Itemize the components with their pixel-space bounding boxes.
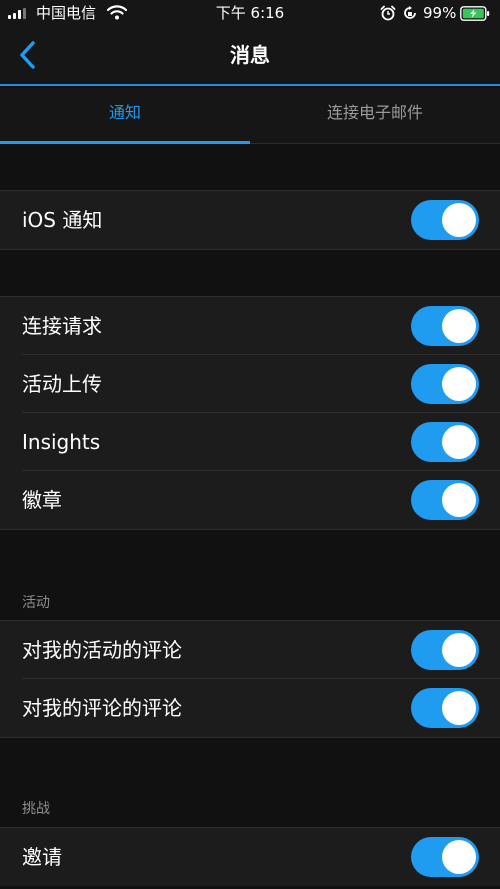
setting-row-comments-on-my-activities: 对我的活动的评论 xyxy=(0,621,500,679)
setting-label: 邀请 xyxy=(22,845,62,869)
toggle-knob xyxy=(442,203,476,237)
section-header-activity: 活动 xyxy=(22,595,50,611)
alarm-icon xyxy=(380,5,396,21)
setting-label: 对我的评论的评论 xyxy=(22,696,182,720)
invitations-toggle[interactable] xyxy=(411,837,479,877)
comments-on-comments-toggle[interactable] xyxy=(411,688,479,728)
insights-toggle[interactable] xyxy=(411,422,479,462)
tab-bar: 通知 连接电子邮件 xyxy=(0,88,500,144)
setting-label: 对我的活动的评论 xyxy=(22,638,182,662)
setting-row-ios-notifications: iOS 通知 xyxy=(0,191,500,249)
setting-row-connection-requests: 连接请求 xyxy=(0,297,500,355)
tab-connect-email[interactable]: 连接电子邮件 xyxy=(250,88,500,144)
setting-row-badges: 徽章 xyxy=(0,471,500,529)
toggle-knob xyxy=(442,840,476,874)
toggle-knob xyxy=(442,309,476,343)
setting-row-comments-on-my-comments: 对我的评论的评论 xyxy=(0,679,500,737)
setting-label: iOS 通知 xyxy=(22,208,103,232)
activity-uploads-toggle[interactable] xyxy=(411,364,479,404)
toggle-knob xyxy=(442,633,476,667)
toggle-knob xyxy=(442,367,476,401)
navigation-bar: 消息 xyxy=(0,26,500,86)
connection-requests-toggle[interactable] xyxy=(411,306,479,346)
ios-notifications-toggle[interactable] xyxy=(411,200,479,240)
divider xyxy=(0,737,500,738)
setting-label: 连接请求 xyxy=(22,314,102,338)
tab-selected-indicator xyxy=(0,141,250,144)
battery-percent: 99% xyxy=(423,4,457,22)
page-title: 消息 xyxy=(230,43,270,67)
setting-label: 徽章 xyxy=(22,488,62,512)
toggle-knob xyxy=(442,483,476,517)
toggle-knob xyxy=(442,425,476,459)
tab-notifications[interactable]: 通知 xyxy=(0,88,250,144)
divider xyxy=(0,249,500,250)
setting-label: Insights xyxy=(22,430,101,454)
setting-row-activity-uploads: 活动上传 xyxy=(0,355,500,413)
status-bar: 中国电信 下午 6:16 99% xyxy=(0,0,500,26)
badges-toggle[interactable] xyxy=(411,480,479,520)
battery-charging-icon xyxy=(460,6,490,21)
setting-row-invitations: 邀请 xyxy=(0,828,500,886)
comments-on-activities-toggle[interactable] xyxy=(411,630,479,670)
divider xyxy=(0,529,500,530)
section-header-challenges: 挑战 xyxy=(22,801,50,817)
toggle-knob xyxy=(442,691,476,725)
setting-label: 活动上传 xyxy=(22,372,102,396)
setting-row-insights: Insights xyxy=(0,413,500,471)
orientation-lock-icon xyxy=(404,6,416,19)
